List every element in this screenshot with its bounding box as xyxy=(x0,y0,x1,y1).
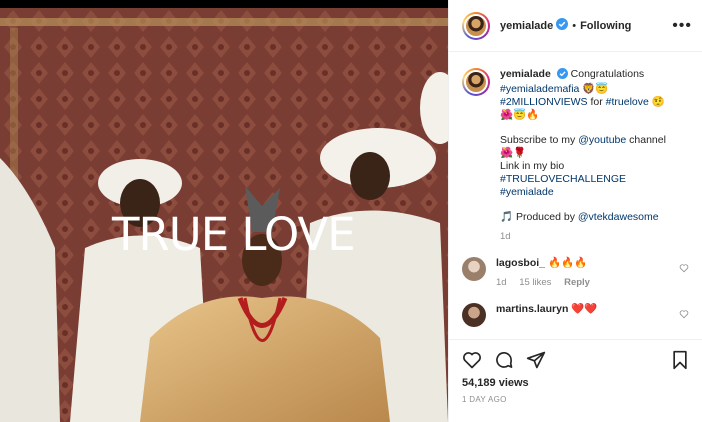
post-side-panel: yemialade • Following ••• yemialade Cong… xyxy=(448,0,702,422)
hashtag-2millionviews[interactable]: #2MILLIONVIEWS xyxy=(500,96,588,108)
following-button[interactable]: Following xyxy=(580,20,631,32)
comment-text: 🔥🔥🔥 xyxy=(547,257,588,269)
comment-bubble-icon[interactable] xyxy=(494,350,514,370)
video-overlay-title: TRUE LOVE xyxy=(112,208,356,261)
comment-reply-button[interactable]: Reply xyxy=(564,277,590,288)
avatar-image xyxy=(464,13,488,38)
views-count[interactable]: 54,189 views xyxy=(462,377,689,389)
comment-text: ❤️❤️ xyxy=(571,303,598,315)
commenter-avatar[interactable] xyxy=(462,303,486,327)
author-username[interactable]: yemialade xyxy=(500,20,553,32)
more-options-button[interactable]: ••• xyxy=(672,17,692,34)
hashtag-truelovechallenge[interactable]: #TRUELOVECHALLENGE xyxy=(500,173,626,185)
music-note-icon: 🎵 xyxy=(500,211,514,223)
like-comment-heart-icon[interactable] xyxy=(679,263,689,276)
caption-bio: Link in my bio xyxy=(500,160,565,172)
caption-for: for xyxy=(590,96,603,108)
caption-username[interactable]: yemialade xyxy=(500,68,551,80)
action-icons xyxy=(462,348,689,372)
instagram-post-view: TRUE LOVE yemialade • Following ••• yemi… xyxy=(0,0,702,422)
caption-produced-by: Produced by xyxy=(516,211,575,223)
post-timestamp[interactable]: 1 DAY AGO xyxy=(462,395,689,404)
share-paper-plane-icon[interactable] xyxy=(526,350,546,370)
comment-time[interactable]: 1d xyxy=(496,277,507,288)
top-strip xyxy=(0,0,448,8)
caption-credits: 🎵 Produced by @vtekdawesome xyxy=(500,211,689,224)
comment-item: martins.lauryn ❤️❤️ xyxy=(462,303,689,327)
mention-youtube[interactable]: @youtube xyxy=(578,134,626,146)
avatar-image xyxy=(464,70,488,94)
caption-time[interactable]: 1d xyxy=(500,231,511,242)
hashtag-yemialade[interactable]: #yemialade xyxy=(500,186,554,198)
post-actions: 54,189 views 1 DAY AGO xyxy=(449,339,702,404)
save-bookmark-icon[interactable] xyxy=(671,350,689,370)
caption-emoji-truelove: 🤨 xyxy=(651,96,665,108)
verified-badge-icon xyxy=(556,68,568,83)
caption-subscribe: Subscribe to my xyxy=(500,134,576,146)
caption-emoji-line3: 🌺🌹 xyxy=(500,147,527,159)
comment-username[interactable]: martins.lauryn xyxy=(496,303,568,315)
caption-subscribe-block: Subscribe to my @youtube channel 🌺🌹 Link… xyxy=(500,134,689,199)
caption-emoji-mafia: 🦁😇 xyxy=(582,83,609,95)
comment-username[interactable]: lagosboi_ xyxy=(496,257,545,269)
comment-body: martins.lauryn ❤️❤️ xyxy=(496,303,673,316)
hashtag-yemialademafia[interactable]: #yemialademafia xyxy=(500,83,579,95)
like-comment-heart-icon[interactable] xyxy=(679,309,689,322)
caption-channel: channel xyxy=(629,134,666,146)
like-heart-icon[interactable] xyxy=(462,350,482,370)
comment-meta: 1d 15 likes Reply xyxy=(496,276,673,289)
hashtag-truelove[interactable]: #truelove xyxy=(606,96,649,108)
author-avatar[interactable] xyxy=(462,11,490,40)
separator-dot: • xyxy=(572,19,577,32)
verified-badge-icon xyxy=(556,18,569,33)
caption-avatar[interactable] xyxy=(462,68,490,96)
comment-body: lagosboi_ 🔥🔥🔥 1d 15 likes Reply xyxy=(496,257,673,289)
mention-producer[interactable]: @vtekdawesome xyxy=(578,211,659,223)
caption-meta: 1d xyxy=(500,230,689,243)
comments-section[interactable]: yemialade Congratulations #yemialademafi… xyxy=(449,53,702,339)
caption-text-start: Congratulations xyxy=(570,68,645,80)
caption: yemialade Congratulations #yemialademafi… xyxy=(462,68,689,243)
post-header: yemialade • Following ••• xyxy=(449,0,702,52)
comment-item: lagosboi_ 🔥🔥🔥 1d 15 likes Reply xyxy=(462,257,689,289)
caption-emoji-line2: 🌺😇🔥 xyxy=(500,109,540,121)
comment-likes[interactable]: 15 likes xyxy=(519,277,551,288)
commenter-avatar[interactable] xyxy=(462,257,486,281)
post-video[interactable]: TRUE LOVE xyxy=(0,8,448,422)
caption-body: yemialade Congratulations #yemialademafi… xyxy=(500,68,689,243)
